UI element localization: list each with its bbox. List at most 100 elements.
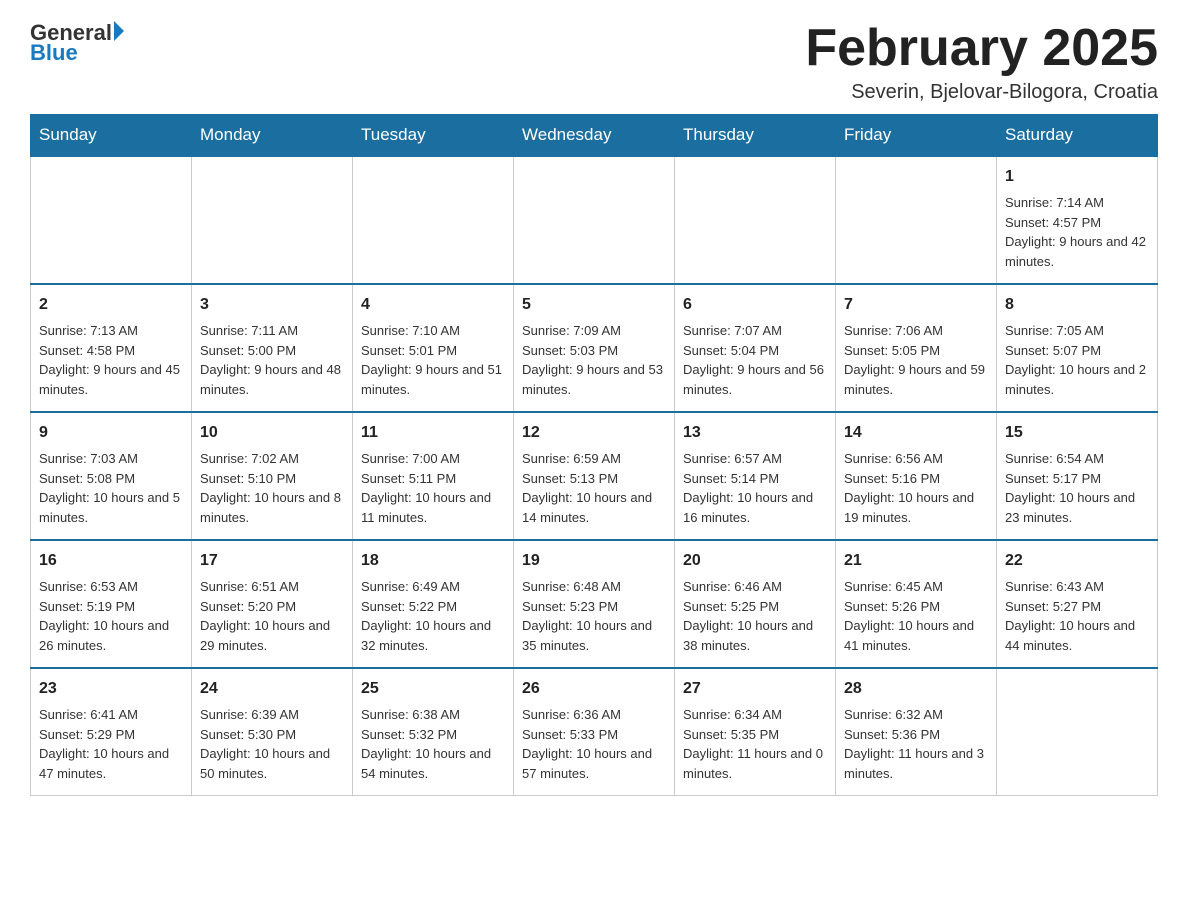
day-info-line: Daylight: 9 hours and 59 minutes. (844, 360, 988, 399)
day-number: 10 (200, 421, 344, 445)
day-info-line: Sunrise: 6:49 AM (361, 577, 505, 597)
day-number: 12 (522, 421, 666, 445)
day-info-line: Daylight: 10 hours and 47 minutes. (39, 744, 183, 783)
calendar-week-row: 23Sunrise: 6:41 AMSunset: 5:29 PMDayligh… (31, 668, 1158, 796)
logo: General Blue (30, 20, 124, 66)
day-info-line: Daylight: 10 hours and 41 minutes. (844, 616, 988, 655)
day-info-line: Sunrise: 6:56 AM (844, 449, 988, 469)
calendar-day-cell (353, 156, 514, 284)
day-number: 18 (361, 549, 505, 573)
day-info-line: Sunrise: 6:53 AM (39, 577, 183, 597)
day-info-line: Sunrise: 6:36 AM (522, 705, 666, 725)
day-info-line: Sunrise: 6:43 AM (1005, 577, 1149, 597)
calendar-day-cell: 2Sunrise: 7:13 AMSunset: 4:58 PMDaylight… (31, 284, 192, 412)
day-number: 11 (361, 421, 505, 445)
day-info-line: Daylight: 11 hours and 0 minutes. (683, 744, 827, 783)
day-info-line: Sunrise: 7:07 AM (683, 321, 827, 341)
calendar-day-cell: 8Sunrise: 7:05 AMSunset: 5:07 PMDaylight… (997, 284, 1158, 412)
day-info-line: Sunset: 5:23 PM (522, 597, 666, 617)
calendar-day-cell: 9Sunrise: 7:03 AMSunset: 5:08 PMDaylight… (31, 412, 192, 540)
calendar-day-cell: 13Sunrise: 6:57 AMSunset: 5:14 PMDayligh… (675, 412, 836, 540)
weekday-header-saturday: Saturday (997, 115, 1158, 157)
day-info-line: Daylight: 10 hours and 50 minutes. (200, 744, 344, 783)
day-number: 17 (200, 549, 344, 573)
day-info-line: Daylight: 10 hours and 29 minutes. (200, 616, 344, 655)
calendar-table: SundayMondayTuesdayWednesdayThursdayFrid… (30, 114, 1158, 796)
day-number: 26 (522, 677, 666, 701)
calendar-day-cell: 21Sunrise: 6:45 AMSunset: 5:26 PMDayligh… (836, 540, 997, 668)
day-info-line: Sunrise: 6:51 AM (200, 577, 344, 597)
day-info-line: Sunset: 5:35 PM (683, 725, 827, 745)
day-info-line: Sunset: 5:29 PM (39, 725, 183, 745)
day-info-line: Daylight: 10 hours and 38 minutes. (683, 616, 827, 655)
calendar-day-cell: 1Sunrise: 7:14 AMSunset: 4:57 PMDaylight… (997, 156, 1158, 284)
day-info-line: Sunrise: 6:32 AM (844, 705, 988, 725)
day-info-line: Daylight: 10 hours and 44 minutes. (1005, 616, 1149, 655)
day-info-line: Sunset: 5:36 PM (844, 725, 988, 745)
day-info-line: Daylight: 10 hours and 35 minutes. (522, 616, 666, 655)
day-number: 28 (844, 677, 988, 701)
calendar-day-cell (997, 668, 1158, 796)
day-info-line: Sunset: 5:07 PM (1005, 341, 1149, 361)
day-info-line: Daylight: 10 hours and 32 minutes. (361, 616, 505, 655)
calendar-week-row: 1Sunrise: 7:14 AMSunset: 4:57 PMDaylight… (31, 156, 1158, 284)
day-info-line: Sunset: 5:05 PM (844, 341, 988, 361)
day-info-line: Daylight: 9 hours and 53 minutes. (522, 360, 666, 399)
day-info-line: Sunset: 4:57 PM (1005, 213, 1149, 233)
calendar-day-cell: 4Sunrise: 7:10 AMSunset: 5:01 PMDaylight… (353, 284, 514, 412)
day-info-line: Daylight: 10 hours and 2 minutes. (1005, 360, 1149, 399)
day-info-line: Sunrise: 6:46 AM (683, 577, 827, 597)
day-info-line: Sunrise: 7:06 AM (844, 321, 988, 341)
day-info-line: Daylight: 9 hours and 42 minutes. (1005, 232, 1149, 271)
day-info-line: Sunset: 5:04 PM (683, 341, 827, 361)
day-number: 7 (844, 293, 988, 317)
calendar-week-row: 2Sunrise: 7:13 AMSunset: 4:58 PMDaylight… (31, 284, 1158, 412)
month-title: February 2025 (805, 20, 1158, 77)
day-number: 24 (200, 677, 344, 701)
day-info-line: Sunset: 5:22 PM (361, 597, 505, 617)
calendar-day-cell: 23Sunrise: 6:41 AMSunset: 5:29 PMDayligh… (31, 668, 192, 796)
calendar-day-cell: 17 Sunrise: 6:51 AMSunset: 5:20 PMDayligh… (192, 540, 353, 668)
day-number: 27 (683, 677, 827, 701)
calendar-day-cell (192, 156, 353, 284)
day-info-line: Sunset: 5:27 PM (1005, 597, 1149, 617)
day-info-line: Sunset: 5:33 PM (522, 725, 666, 745)
day-info-line: Sunrise: 7:00 AM (361, 449, 505, 469)
day-number: 1 (1005, 165, 1149, 189)
day-info-line: Sunrise: 6:48 AM (522, 577, 666, 597)
day-number: 23 (39, 677, 183, 701)
day-info-line: Sunset: 5:10 PM (200, 469, 344, 489)
day-info-line: Sunset: 5:00 PM (200, 341, 344, 361)
day-number: 15 (1005, 421, 1149, 445)
day-info-line: Sunset: 5:26 PM (844, 597, 988, 617)
day-info-line: Sunrise: 6:39 AM (200, 705, 344, 725)
day-info-line: Sunset: 5:20 PM (200, 597, 344, 617)
calendar-day-cell: 11Sunrise: 7:00 AMSunset: 5:11 PMDayligh… (353, 412, 514, 540)
day-info-line: Sunset: 5:01 PM (361, 341, 505, 361)
calendar-day-cell: 10Sunrise: 7:02 AMSunset: 5:10 PMDayligh… (192, 412, 353, 540)
day-info-line: Sunset: 5:17 PM (1005, 469, 1149, 489)
day-info-line: Sunrise: 6:38 AM (361, 705, 505, 725)
day-number: 21 (844, 549, 988, 573)
calendar-day-cell: 27Sunrise: 6:34 AMSunset: 5:35 PMDayligh… (675, 668, 836, 796)
calendar-day-cell: 24 Sunrise: 6:39 AMSunset: 5:30 PMDayligh… (192, 668, 353, 796)
weekday-header-monday: Monday (192, 115, 353, 157)
day-number: 25 (361, 677, 505, 701)
day-info-line: Sunrise: 6:54 AM (1005, 449, 1149, 469)
page-header: General Blue February 2025 Severin, Bjel… (30, 20, 1158, 104)
logo-arrow-icon (114, 21, 124, 41)
day-info-line: Daylight: 9 hours and 56 minutes. (683, 360, 827, 399)
day-info-line: Daylight: 10 hours and 23 minutes. (1005, 488, 1149, 527)
day-info-line: Sunrise: 7:09 AM (522, 321, 666, 341)
day-number: 20 (683, 549, 827, 573)
day-number: 14 (844, 421, 988, 445)
day-info-line: Sunset: 5:30 PM (200, 725, 344, 745)
weekday-header-sunday: Sunday (31, 115, 192, 157)
day-number: 16 (39, 549, 183, 573)
location-subtitle: Severin, Bjelovar-Bilogora, Croatia (805, 81, 1158, 104)
day-number: 2 (39, 293, 183, 317)
calendar-day-cell (675, 156, 836, 284)
day-number: 9 (39, 421, 183, 445)
day-info-line: Daylight: 10 hours and 8 minutes. (200, 488, 344, 527)
calendar-day-cell: 5Sunrise: 7:09 AMSunset: 5:03 PMDaylight… (514, 284, 675, 412)
